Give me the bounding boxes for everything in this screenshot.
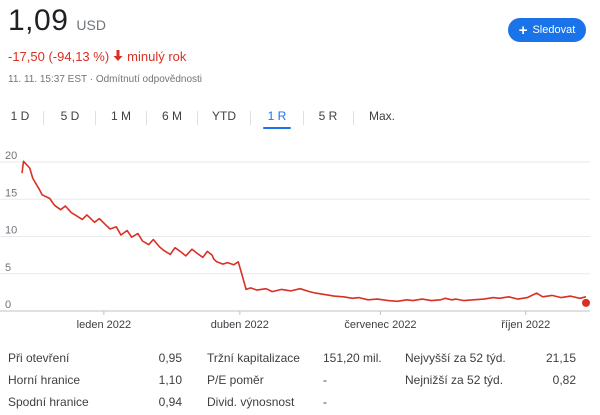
y-tick-label: 0 [5, 299, 11, 311]
stat-mktcap-label: Tržní kapitalizace [207, 351, 300, 365]
tab-divider [197, 111, 198, 125]
tab-ytd[interactable]: YTD [211, 107, 237, 129]
arrow-down-icon [113, 49, 123, 64]
stat-pe-label: P/E poměr [207, 373, 264, 387]
tab-divider [146, 111, 147, 125]
stat-52wk-low-value: 0,82 [552, 373, 576, 387]
price-header: 1,09 USD [8, 4, 106, 38]
current-price-point [582, 298, 590, 307]
stat-high-value: 1,10 [158, 373, 182, 387]
stat-52wk-high-label: Nejvyšší za 52 týd. [405, 351, 506, 365]
stat-divyield-label: Divid. výnosnost [207, 395, 295, 409]
stat-open-value: 0,95 [158, 351, 182, 365]
tab-divider [353, 111, 354, 125]
y-tick-label: 15 [5, 187, 17, 199]
stat-low-label: Spodní hranice [8, 395, 89, 409]
currency-code: USD [76, 17, 106, 33]
stat-high-label: Horní hranice [8, 373, 81, 387]
stat-open-label: Při otevření [8, 351, 70, 365]
current-price: 1,09 [8, 4, 69, 37]
tab-divider [43, 111, 44, 125]
change-value: -17,50 (-94,13 %) [8, 49, 110, 64]
x-tick-label: duben 2022 [211, 319, 269, 331]
price-chart[interactable]: 0 5 10 15 20 leden 2022 duben 2022 červenec 20… [0, 150, 600, 335]
stat-low-value: 0,94 [158, 395, 182, 409]
price-chart-svg: 0 5 10 15 20 leden 2022 duben 2022 červenec 20… [0, 150, 590, 331]
quote-meta: 11. 11. 15:37 EST · Odmítnutí odpovědnos… [8, 74, 203, 85]
y-tick-label: 5 [5, 262, 11, 274]
follow-button[interactable]: + Sledovat [508, 18, 586, 42]
plus-icon: + [518, 21, 528, 39]
tab-divider [303, 111, 304, 125]
tab-divider [95, 111, 96, 125]
timestamp: 11. 11. 15:37 EST [8, 74, 87, 85]
follow-button-label: Sledovat [532, 24, 576, 36]
x-tick-label: červenec 2022 [344, 319, 416, 331]
stat-pe-value: - [323, 373, 327, 387]
x-tick-label: leden 2022 [77, 319, 131, 331]
x-tick-label: říjen 2022 [501, 319, 550, 331]
tab-5d[interactable]: 5 D [59, 107, 81, 129]
disclaimer-link[interactable]: Odmítnutí odpovědnosti [96, 74, 202, 85]
stat-mktcap-value: 151,20 mil. [323, 351, 382, 365]
range-tabs: 1 D 5 D 1 M 6 M YTD 1 R 5 R Max. [0, 107, 600, 137]
price-change: -17,50 (-94,13 %) minulý rok [8, 49, 186, 64]
price-line [21, 160, 587, 303]
tab-5r[interactable]: 5 R [317, 107, 339, 129]
stat-52wk-high-value: 21,15 [545, 351, 576, 365]
stat-52wk-low-label: Nejnižší za 52 týd. [405, 373, 504, 387]
tab-6m[interactable]: 6 M [160, 107, 184, 129]
y-tick-label: 20 [5, 150, 17, 162]
tab-1r[interactable]: 1 R [263, 107, 291, 129]
tab-divider [250, 111, 251, 125]
stat-divyield-value: - [323, 395, 327, 409]
tab-1d[interactable]: 1 D [10, 107, 30, 129]
y-tick-label: 10 [5, 225, 17, 237]
change-period: minulý rok [127, 49, 187, 64]
tab-max[interactable]: Max. [368, 107, 396, 129]
tab-1m[interactable]: 1 M [110, 107, 132, 129]
